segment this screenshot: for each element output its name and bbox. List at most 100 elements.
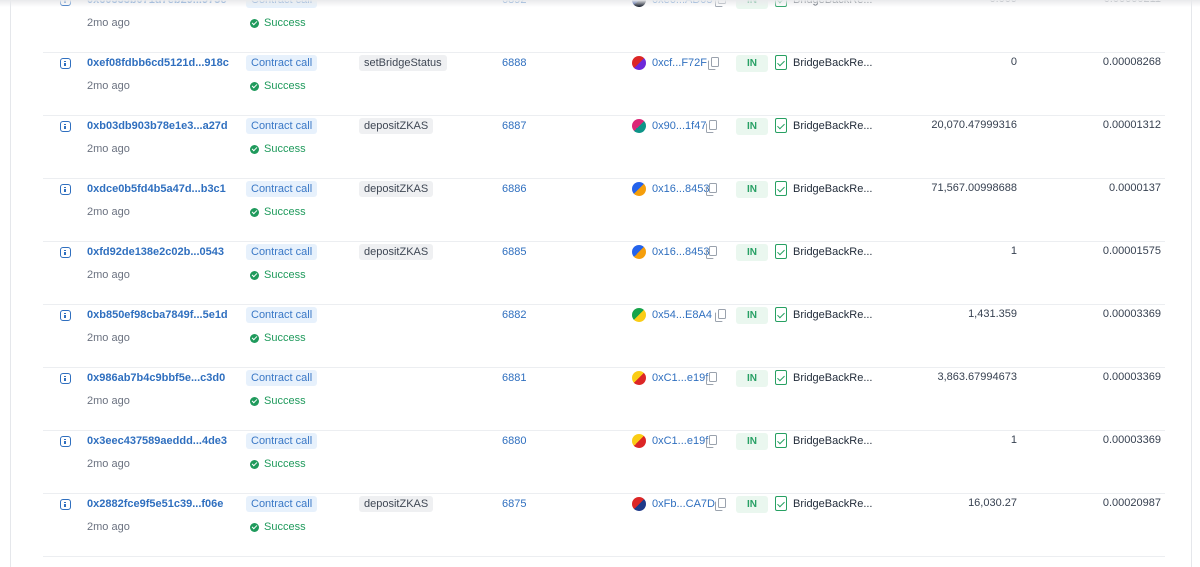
tx-age: 2mo ago — [87, 206, 130, 218]
from-address-link[interactable]: 0x54...E8A4 — [652, 309, 712, 321]
tx-value: 1 — [1010, 434, 1017, 446]
table-row: 0xb850ef98cba7849f...5e1d 2mo ago Contract… — [43, 305, 1165, 368]
tx-value: 0 — [1010, 56, 1017, 68]
status-label: Success — [264, 458, 306, 470]
direction-badge: IN — [736, 118, 768, 135]
copy-icon[interactable] — [715, 309, 726, 322]
copy-icon[interactable] — [706, 183, 717, 196]
block-link[interactable]: 6882 — [502, 309, 526, 321]
tx-age: 2mo ago — [87, 332, 130, 344]
info-square-icon[interactable] — [60, 373, 71, 384]
tx-type-badge: Contract call — [246, 244, 318, 260]
block-link[interactable]: 6885 — [502, 246, 526, 258]
to-contract-link[interactable]: BridgeBackRe... — [793, 435, 872, 447]
table-row: 0xb03db903b78e1e3...a27d 2mo ago Contract … — [43, 116, 1165, 179]
from-address-link[interactable]: 0x16...8453 — [652, 183, 710, 195]
status-badge: Success — [250, 143, 306, 155]
to-contract-link[interactable]: BridgeBackRe... — [793, 246, 872, 258]
status-label: Success — [264, 143, 306, 155]
table-row: 0xef08fdbb6cd5121d...918c 2mo ago Contract… — [43, 53, 1165, 116]
info-square-icon[interactable] — [60, 247, 71, 258]
tx-hash-link[interactable]: 0x3eec437589aeddd...4de3 — [87, 435, 227, 447]
copy-icon[interactable] — [706, 372, 717, 385]
block-link[interactable]: 6888 — [502, 57, 526, 69]
from-address-link[interactable]: 0x16...8453 — [652, 246, 710, 258]
block-link[interactable]: 6875 — [502, 498, 526, 510]
tx-value: 16,030.27 — [968, 497, 1017, 509]
from-address-link[interactable]: 0xC1...e19f — [652, 435, 708, 447]
block-link[interactable]: 6880 — [502, 435, 526, 447]
status-badge: Success — [250, 332, 306, 344]
block-link[interactable]: 6881 — [502, 372, 526, 384]
from-avatar — [632, 56, 646, 70]
tx-value: 1,431.359 — [968, 308, 1017, 320]
check-circle-icon — [250, 333, 259, 343]
to-contract-link[interactable]: BridgeBackRe... — [793, 120, 872, 132]
from-avatar — [632, 434, 646, 448]
table-row: 0xdce0b5fd4b5a47d...b3c1 2mo ago Contract … — [43, 179, 1165, 242]
method-badge: setBridgeStatus — [359, 55, 447, 71]
from-address-link[interactable]: 0xcf...F72F — [652, 57, 707, 69]
from-avatar — [632, 371, 646, 385]
from-address-link[interactable]: 0xFb...CA7D — [652, 498, 715, 510]
check-circle-icon — [250, 459, 259, 469]
info-square-icon[interactable] — [60, 436, 71, 447]
table-row: 0x3eec437589aeddd...4de3 2mo ago Contract … — [43, 431, 1165, 494]
contract-verified-icon — [775, 55, 787, 70]
tx-hash-link[interactable]: 0xfd92de138e2c02b...0543 — [87, 246, 224, 258]
to-contract-link[interactable]: BridgeBackRe... — [793, 372, 872, 384]
tx-hash-link[interactable]: 0x986ab7b4c9bbf5e...c3d0 — [87, 372, 225, 384]
status-label: Success — [264, 521, 306, 533]
info-square-icon[interactable] — [60, 58, 71, 69]
info-square-icon[interactable] — [60, 310, 71, 321]
from-address-link[interactable]: 0xC1...e19f — [652, 372, 708, 384]
status-badge: Success — [250, 269, 306, 281]
status-badge: Success — [250, 521, 306, 533]
info-square-icon[interactable] — [60, 184, 71, 195]
tx-value: 20,070.47999316 — [931, 119, 1017, 131]
tx-value: 3,863.67994673 — [937, 371, 1017, 383]
info-square-icon[interactable] — [60, 499, 71, 510]
tx-hash-link[interactable]: 0x2882fce9f5e51c39...f06e — [87, 498, 223, 510]
block-link[interactable]: 6886 — [502, 183, 526, 195]
copy-icon[interactable] — [706, 120, 717, 133]
tx-age: 2mo ago — [87, 17, 130, 29]
info-square-icon[interactable] — [60, 121, 71, 132]
copy-icon[interactable] — [706, 435, 717, 448]
to-contract-link[interactable]: BridgeBackRe... — [793, 183, 872, 195]
tx-hash-link[interactable]: 0xef08fdbb6cd5121d...918c — [87, 57, 229, 69]
tx-fee: 0.00001575 — [1102, 245, 1161, 257]
method-badge: depositZKAS — [359, 496, 434, 512]
tx-fee: 0.0000137 — [1109, 182, 1161, 194]
from-avatar — [632, 497, 646, 511]
to-contract-link[interactable]: BridgeBackRe... — [793, 57, 872, 69]
tx-fee: 0.00001312 — [1102, 119, 1161, 131]
tx-fee: 0.00003369 — [1102, 308, 1161, 320]
contract-verified-icon — [775, 433, 787, 448]
direction-badge: IN — [736, 496, 768, 513]
copy-icon[interactable] — [715, 498, 726, 511]
tx-hash-link[interactable]: 0xdce0b5fd4b5a47d...b3c1 — [87, 183, 226, 195]
tx-age: 2mo ago — [87, 458, 130, 470]
tx-age: 2mo ago — [87, 269, 130, 281]
copy-icon[interactable] — [706, 246, 717, 259]
status-label: Success — [264, 332, 306, 344]
copy-icon[interactable] — [708, 57, 719, 70]
to-contract-link[interactable]: BridgeBackRe... — [793, 309, 872, 321]
tx-hash-link[interactable]: 0xb03db903b78e1e3...a27d — [87, 120, 228, 132]
table-row: 0x60333b071d7eb29...975c2mo agoContract … — [43, 0, 1165, 53]
from-address-link[interactable]: 0x90...1f47 — [652, 120, 706, 132]
status-label: Success — [264, 17, 306, 29]
table-row: 0xfd92de138e2c02b...0543 2mo ago Contract … — [43, 242, 1165, 305]
contract-verified-icon — [775, 496, 787, 511]
check-circle-icon — [250, 18, 259, 28]
to-contract-link[interactable]: BridgeBackRe... — [793, 498, 872, 510]
status-badge: Success — [250, 17, 306, 29]
status-badge: Success — [250, 80, 306, 92]
contract-verified-icon — [775, 370, 787, 385]
from-avatar — [632, 308, 646, 322]
status-label: Success — [264, 206, 306, 218]
block-link[interactable]: 6887 — [502, 120, 526, 132]
tx-fee: 0.00008268 — [1102, 56, 1161, 68]
tx-hash-link[interactable]: 0xb850ef98cba7849f...5e1d — [87, 309, 228, 321]
